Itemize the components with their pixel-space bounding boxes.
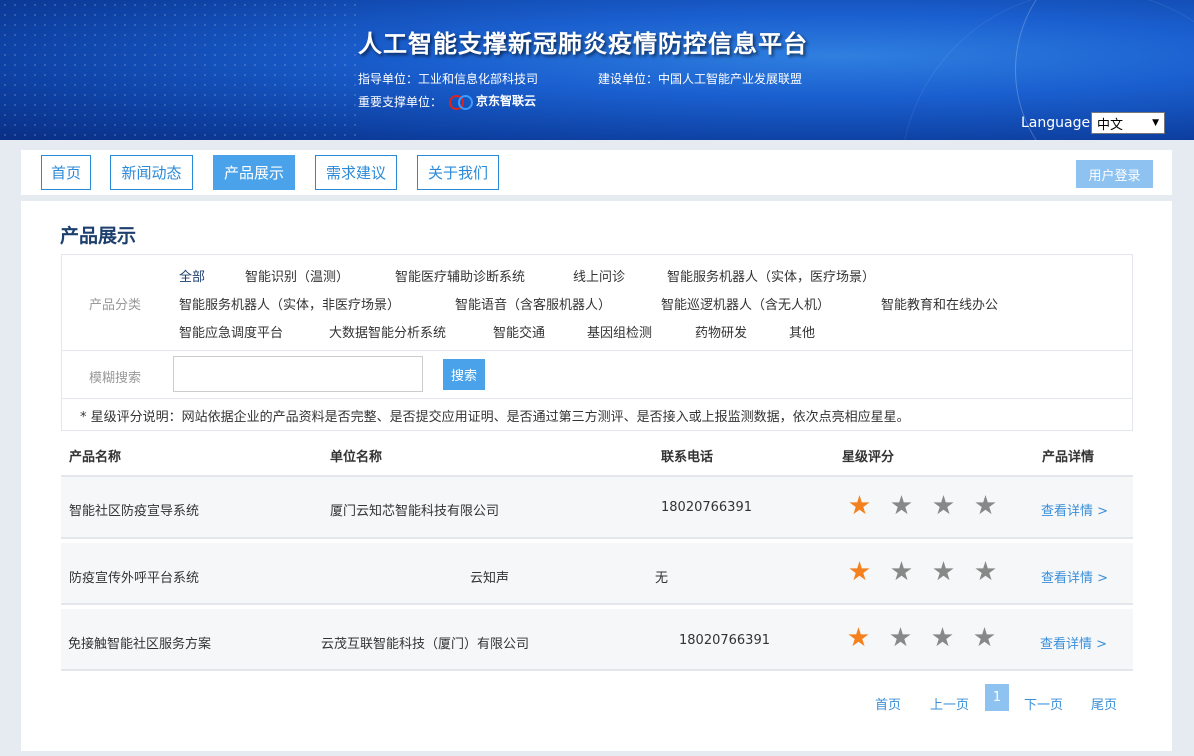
- star-filled-icon: [848, 627, 869, 647]
- table-row: 防疫宣传外呼平台系统 云知声 无 查看详情 >: [61, 543, 1133, 605]
- column-header-rating: 星级评分: [842, 450, 895, 465]
- column-header-product: 产品名称: [69, 450, 122, 465]
- product-name: 免接触智能社区服务方案: [68, 637, 212, 652]
- language-select[interactable]: 中文 ▼: [1091, 112, 1165, 134]
- site-title: 人工智能支撑新冠肺炎疫情防控信息平台: [358, 30, 808, 58]
- star-rating: [849, 495, 996, 516]
- nav-item-products[interactable]: 产品展示: [213, 155, 295, 190]
- build-unit-text: 建设单位：中国人工智能产业发展联盟: [598, 72, 803, 86]
- search-label: 模糊搜索: [89, 371, 142, 386]
- star-empty-icon: [974, 627, 995, 647]
- category-other[interactable]: 其他: [789, 322, 815, 341]
- product-name: 防疫宣传外呼平台系统: [69, 571, 200, 586]
- column-header-phone: 联系电话: [661, 450, 714, 465]
- view-detail-link[interactable]: 查看详情 >: [1041, 500, 1108, 519]
- jd-cloud-logo-text: 京东智联云: [476, 94, 537, 108]
- star-empty-icon: [891, 561, 912, 581]
- pagination-last[interactable]: 尾页: [1091, 694, 1117, 713]
- header-banner: 人工智能支撑新冠肺炎疫情防控信息平台 指导单位：工业和信息化部科技司 建设单位：…: [0, 0, 1194, 140]
- category-genome-test[interactable]: 基因组检测: [587, 322, 652, 341]
- category-medical-diagnosis[interactable]: 智能医疗辅助诊断系统: [395, 266, 525, 285]
- company-name: 云知声: [470, 571, 510, 586]
- main-nav: 首页 新闻动态 产品展示 需求建议 关于我们 用户登录: [21, 150, 1172, 195]
- star-empty-icon: [975, 495, 996, 515]
- nav-item-about[interactable]: 关于我们: [417, 155, 499, 190]
- language-label: Language: [1021, 115, 1091, 131]
- phone-number: 18020766391: [679, 633, 770, 648]
- star-empty-icon: [890, 627, 911, 647]
- category-education-office[interactable]: 智能教育和在线办公: [881, 294, 998, 313]
- phone-number: 18020766391: [661, 500, 752, 515]
- phone-number: 无: [655, 571, 669, 586]
- dropdown-arrow-icon: ▼: [1152, 118, 1159, 128]
- star-rating: [848, 627, 995, 648]
- star-filled-icon: [849, 495, 870, 515]
- page-title: 产品展示: [60, 225, 137, 247]
- star-filled-icon: [849, 561, 870, 581]
- star-empty-icon: [932, 627, 953, 647]
- category-label: 产品分类: [89, 298, 142, 313]
- view-detail-link[interactable]: 查看详情 >: [1041, 567, 1108, 586]
- category-bigdata-analysis[interactable]: 大数据智能分析系统: [329, 322, 446, 341]
- star-empty-icon: [891, 495, 912, 515]
- divider: [62, 350, 1132, 351]
- category-smart-recognition[interactable]: 智能识别（温测）: [245, 266, 349, 285]
- category-patrol-robot[interactable]: 智能巡逻机器人（含无人机）: [661, 294, 830, 313]
- pagination-prev[interactable]: 上一页: [930, 694, 969, 713]
- rating-note: * 星级评分说明：网站依据企业的产品资料是否完整、是否提交应用证明、是否通过第三…: [80, 410, 910, 425]
- category-drug-research[interactable]: 药物研发: [695, 322, 747, 341]
- table-row: 智能社区防疫宣导系统 厦门云知芯智能科技有限公司 18020766391 查看详…: [61, 477, 1133, 539]
- pagination-next[interactable]: 下一页: [1024, 694, 1063, 713]
- column-header-company: 单位名称: [330, 450, 383, 465]
- table-row: 免接触智能社区服务方案 云茂互联智能科技（厦门）有限公司 18020766391…: [61, 609, 1133, 671]
- category-smart-voice[interactable]: 智能语音（含客服机器人）: [455, 294, 611, 313]
- product-name: 智能社区防疫宣导系统: [69, 504, 200, 519]
- star-rating: [849, 561, 996, 582]
- category-smart-traffic[interactable]: 智能交通: [493, 322, 545, 341]
- category-service-robot-nonmedical[interactable]: 智能服务机器人（实体，非医疗场景）: [179, 294, 400, 313]
- nav-item-news[interactable]: 新闻动态: [110, 155, 193, 190]
- filter-box: 产品分类 全部 智能识别（温测） 智能医疗辅助诊断系统 线上问诊 智能服务机器人…: [61, 254, 1133, 431]
- category-service-robot-medical[interactable]: 智能服务机器人（实体，医疗场景）: [667, 266, 875, 285]
- jd-cloud-logo: 京东智联云: [449, 92, 537, 110]
- main-panel: 产品展示 产品分类 全部 智能识别（温测） 智能医疗辅助诊断系统 线上问诊 智能…: [21, 201, 1172, 751]
- pagination-current-page[interactable]: 1: [985, 684, 1009, 711]
- category-all[interactable]: 全部: [179, 266, 205, 285]
- star-empty-icon: [933, 561, 954, 581]
- pagination-first[interactable]: 首页: [875, 694, 901, 713]
- search-input[interactable]: [173, 356, 423, 392]
- column-header-detail: 产品详情: [1042, 450, 1095, 465]
- category-online-consult[interactable]: 线上问诊: [573, 266, 625, 285]
- company-name: 厦门云知芯智能科技有限公司: [330, 504, 500, 519]
- jd-cloud-logo-icon: [449, 94, 473, 110]
- user-login-button[interactable]: 用户登录: [1076, 160, 1153, 188]
- view-detail-link[interactable]: 查看详情 >: [1040, 633, 1107, 652]
- language-select-value: 中文: [1097, 117, 1124, 133]
- nav-item-home[interactable]: 首页: [41, 155, 91, 190]
- guide-unit-text: 指导单位：工业和信息化部科技司: [358, 72, 539, 86]
- search-button[interactable]: 搜索: [443, 359, 485, 390]
- support-unit-label: 重要支撑单位：: [358, 95, 443, 109]
- table-header: 产品名称 单位名称 联系电话 星级评分 产品详情: [61, 431, 1133, 477]
- nav-item-suggestions[interactable]: 需求建议: [315, 155, 397, 190]
- star-empty-icon: [975, 561, 996, 581]
- star-empty-icon: [933, 495, 954, 515]
- category-emergency-dispatch[interactable]: 智能应急调度平台: [179, 322, 283, 341]
- banner-dots-decoration: [0, 0, 360, 140]
- divider: [62, 398, 1132, 399]
- company-name: 云茂互联智能科技（厦门）有限公司: [321, 637, 530, 652]
